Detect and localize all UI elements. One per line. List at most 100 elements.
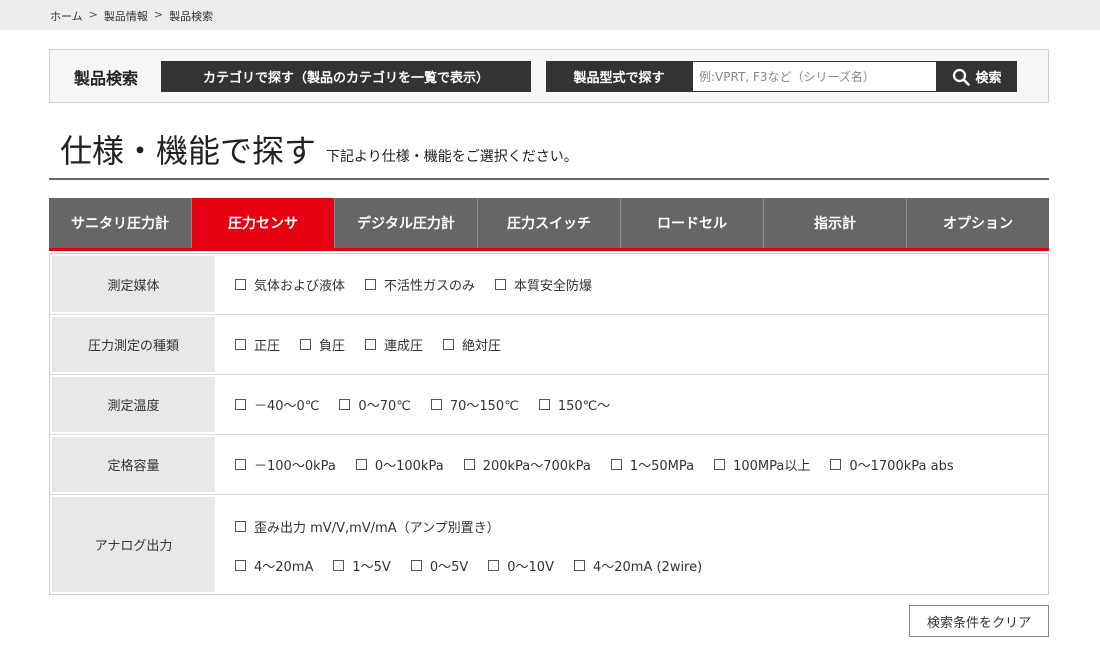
checkbox[interactable] (339, 399, 351, 410)
category-search-button[interactable]: カテゴリで探す（製品のカテゴリを一覧で表示） (161, 61, 531, 92)
filter-row-header: 測定媒体 (52, 256, 215, 312)
checkbox[interactable] (538, 399, 550, 410)
filter-option-label: 絶対圧 (462, 339, 502, 354)
filter-option-label: 4～20mA (2wire) (592, 560, 703, 575)
filter-option-label: 気体および液体 (254, 278, 346, 294)
filter-row-header: 測定温度 (52, 377, 215, 432)
active-tab-underline (49, 248, 1049, 251)
checkbox[interactable] (235, 459, 246, 470)
tab-sanitary-pressure-gauge[interactable]: サニタリ圧力計 (49, 198, 192, 248)
page-title: 仕様・機能で探す (60, 132, 317, 170)
filter-options-line: 4～20mA 1～5V 0～5V 0～10V 4～20mA (2wire) (235, 556, 722, 575)
filter-option-label: 1～50MPa (629, 459, 695, 474)
filter-option-label: 歪み出力 mV/V,mV/mA（アンプ別置き） (254, 521, 500, 536)
filter-option-label: 0～1700kPa abs (849, 459, 954, 474)
filter-option[interactable]: 150℃～ (538, 395, 611, 414)
filter-option[interactable]: 不活性ガスのみ (365, 275, 475, 294)
tab-pressure-switch[interactable]: 圧力スイッチ (478, 198, 621, 248)
breadcrumb-product-info[interactable]: 製品情報 (104, 8, 148, 24)
filter-row-rated-capacity: 定格容量 －100～0kPa 0～100kPa 200kPa～700kPa 1～… (50, 435, 1048, 495)
checkbox[interactable] (235, 278, 246, 290)
filter-option[interactable]: 0～1700kPa abs (830, 455, 954, 474)
filter-option-label: 不活性ガスのみ (384, 278, 476, 294)
filter-option-label: 100MPa以上 (733, 459, 811, 474)
filter-option[interactable]: 連成圧 (365, 335, 423, 354)
model-search-input[interactable] (692, 61, 937, 92)
filter-option-label: 本質安全防爆 (514, 278, 593, 294)
tab-pressure-sensor[interactable]: 圧力センサ (192, 198, 335, 248)
checkbox[interactable] (235, 339, 246, 350)
filter-option[interactable]: 気体および液体 (235, 275, 345, 294)
filter-options: －40～0℃ 0～70℃ 70～150℃ 150℃～ (235, 375, 630, 434)
checkbox[interactable] (300, 339, 312, 350)
filter-option[interactable]: 4～20mA (235, 556, 313, 575)
search-button[interactable]: 検索 (937, 61, 1017, 92)
checkbox[interactable] (430, 399, 442, 410)
checkbox[interactable] (355, 459, 367, 470)
checkbox[interactable] (235, 521, 246, 532)
checkbox[interactable] (365, 278, 377, 290)
checkbox[interactable] (443, 339, 455, 350)
filter-option[interactable]: 4～20mA (2wire) (573, 556, 703, 575)
checkbox[interactable] (488, 560, 500, 571)
search-icon (953, 68, 971, 86)
tab-option[interactable]: オプション (907, 198, 1049, 248)
filter-option[interactable]: 正圧 (235, 335, 280, 354)
filter-option[interactable]: 1～5V (333, 556, 391, 575)
checkbox[interactable] (495, 278, 507, 290)
filter-row-medium: 測定媒体 気体および液体 不活性ガスのみ 本質安全防爆 (50, 254, 1048, 315)
filter-option[interactable]: 本質安全防爆 (495, 275, 592, 294)
breadcrumb-home[interactable]: ホーム (50, 8, 83, 24)
checkbox[interactable] (830, 459, 842, 470)
clear-search-button[interactable]: 検索条件をクリア (909, 605, 1049, 637)
filter-option[interactable]: 200kPa～700kPa (463, 455, 591, 474)
filter-row-header: 定格容量 (52, 437, 215, 492)
breadcrumb-product-search: 製品検索 (169, 10, 214, 23)
filter-options: 正圧 負圧 連成圧 絶対圧 (235, 315, 521, 374)
filter-option-label: －40～0℃ (254, 399, 320, 414)
checkbox[interactable] (333, 560, 345, 571)
checkbox[interactable] (610, 459, 622, 470)
breadcrumb: ホーム > 製品情報 > 製品検索 (50, 8, 213, 24)
filter-option-label: －100～0kPa (254, 459, 336, 474)
page-subtitle: 下記より仕様・機能をご選択ください。 (326, 149, 578, 165)
filter-option[interactable]: 0～70℃ (339, 395, 411, 414)
filter-option[interactable]: 0～5V (410, 556, 468, 575)
filter-option[interactable]: 歪み出力 mV/V,mV/mA（アンプ別置き） (235, 517, 500, 536)
product-search-label: 製品検索 (74, 69, 139, 88)
filter-options: －100～0kPa 0～100kPa 200kPa～700kPa 1～50MPa… (235, 435, 974, 494)
filter-options-line: 歪み出力 mV/V,mV/mA（アンプ別置き） (235, 517, 520, 536)
filter-option-label: 連成圧 (384, 339, 424, 354)
filter-option[interactable]: 1～50MPa (610, 455, 695, 474)
filter-options: 気体および液体 不活性ガスのみ 本質安全防爆 (235, 254, 612, 314)
checkbox[interactable] (365, 339, 377, 350)
filter-option[interactable]: 絶対圧 (443, 335, 501, 354)
product-search-box: 製品検索 カテゴリで探す（製品のカテゴリを一覧で表示） 製品型式で探す 検索 (49, 49, 1049, 103)
filter-option[interactable]: 100MPa以上 (714, 455, 810, 474)
category-tabs: サニタリ圧力計 圧力センサ デジタル圧力計 圧力スイッチ ロードセル 指示計 オ… (49, 198, 1049, 248)
filter-option-label: 0～100kPa (374, 459, 444, 474)
filter-option-label: 150℃～ (557, 399, 611, 414)
filter-option[interactable]: 0～10V (488, 556, 554, 575)
filter-option-label: 負圧 (319, 339, 346, 354)
checkbox[interactable] (235, 399, 246, 410)
breadcrumb-separator: > (153, 8, 164, 21)
checkbox[interactable] (410, 560, 422, 571)
checkbox[interactable] (235, 560, 246, 571)
page-heading: 仕様・機能で探す 下記より仕様・機能をご選択ください。 (60, 132, 578, 170)
checkbox[interactable] (463, 459, 475, 470)
filter-option[interactable]: 70～150℃ (430, 395, 519, 414)
checkbox[interactable] (714, 459, 726, 470)
tab-indicator[interactable]: 指示計 (764, 198, 907, 248)
checkbox[interactable] (573, 560, 585, 571)
filter-option-label: 4～20mA (254, 560, 314, 575)
tab-load-cell[interactable]: ロードセル (621, 198, 764, 248)
tab-digital-pressure-gauge[interactable]: デジタル圧力計 (335, 198, 478, 248)
filter-row-header: 圧力測定の種類 (52, 317, 215, 372)
heading-divider (49, 178, 1049, 180)
filter-option[interactable]: －100～0kPa (235, 455, 336, 474)
filter-option-label: 0～10V (507, 560, 554, 575)
filter-option[interactable]: 負圧 (300, 335, 345, 354)
filter-option[interactable]: 0～100kPa (355, 455, 444, 474)
filter-option[interactable]: －40～0℃ (235, 395, 319, 414)
